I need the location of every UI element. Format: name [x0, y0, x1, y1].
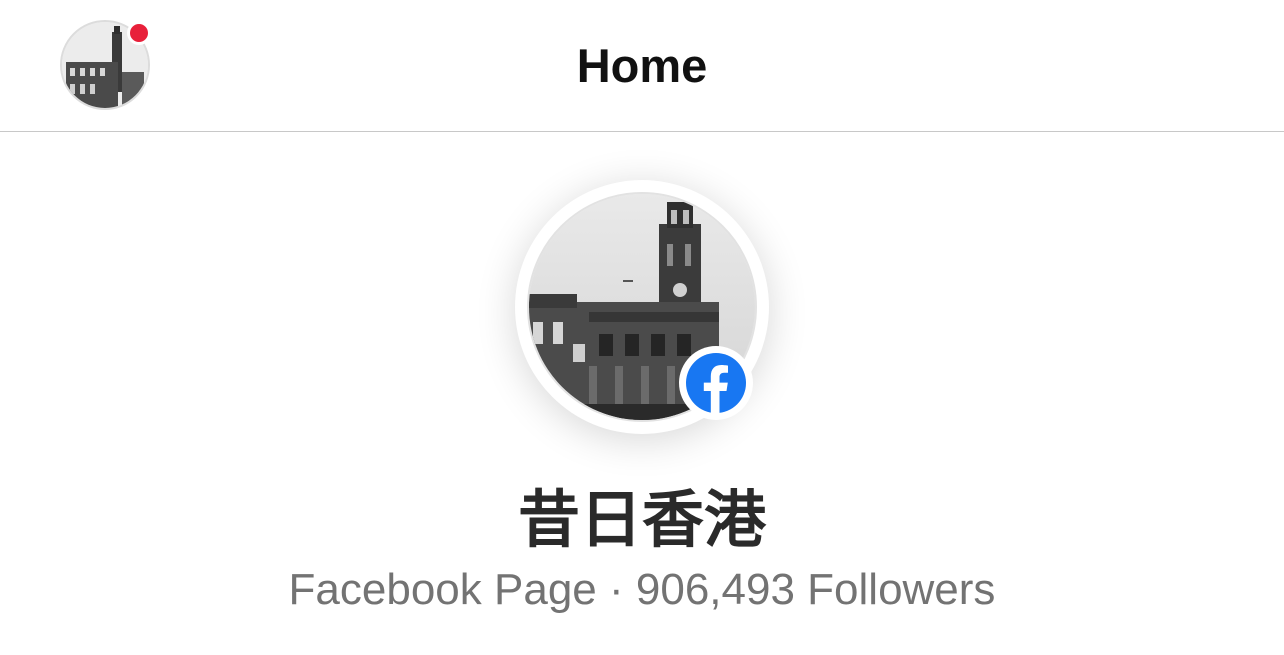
meta-separator: ·	[609, 565, 624, 614]
top-navigation-bar: Home	[0, 0, 1284, 132]
page-title: Home	[576, 39, 708, 92]
facebook-logo-icon	[686, 353, 746, 413]
page-name: 昔日香港	[517, 483, 766, 556]
page-meta-line: Facebook Page · 906,493 Followers	[0, 563, 1284, 617]
facebook-badge	[679, 346, 753, 420]
followers-count[interactable]: 906,493 Followers	[636, 565, 996, 614]
page-type-label: Facebook Page	[288, 565, 597, 614]
